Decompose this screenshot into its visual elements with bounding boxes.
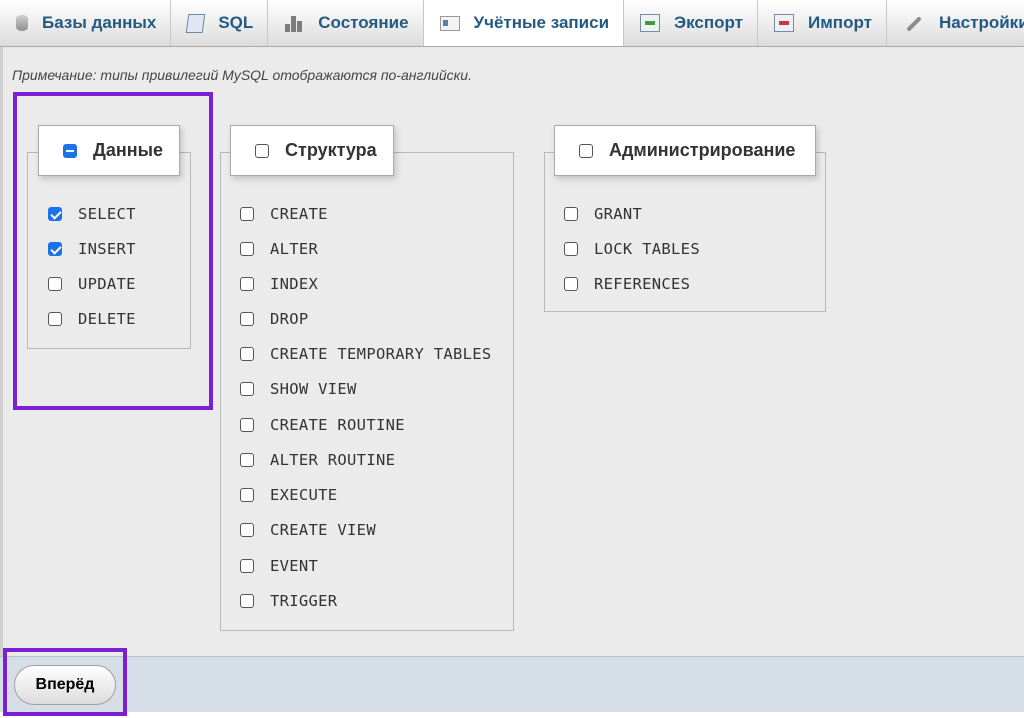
tab-import[interactable]: Импорт xyxy=(758,0,887,46)
tab-label: SQL xyxy=(218,13,254,32)
structure-group-checkbox[interactable] xyxy=(255,143,269,158)
privilege-references[interactable]: REFERENCES xyxy=(564,275,690,293)
tab-user-accounts[interactable]: Учётные записи xyxy=(423,0,625,46)
tab-sql[interactable]: SQL xyxy=(171,0,269,46)
privilege-alter-routine[interactable]: ALTER ROUTINE xyxy=(240,451,395,469)
index-checkbox[interactable] xyxy=(240,277,254,291)
privilege-label: EVENT xyxy=(270,557,319,575)
privilege-show-view[interactable]: SHOW VIEW xyxy=(240,380,357,398)
alter-checkbox[interactable] xyxy=(240,242,254,256)
bottom-strip xyxy=(0,712,1024,718)
tab-label: Импорт xyxy=(808,13,872,32)
sql-icon xyxy=(185,13,206,33)
structure-group-title: Структура xyxy=(285,140,377,160)
tab-status[interactable]: Состояние xyxy=(268,0,424,46)
show-view-checkbox[interactable] xyxy=(240,382,254,396)
import-icon xyxy=(774,14,795,32)
create-view-checkbox[interactable] xyxy=(240,523,254,537)
privilege-index[interactable]: INDEX xyxy=(240,275,318,293)
next-button-highlight xyxy=(3,648,127,716)
trigger-checkbox[interactable] xyxy=(240,594,254,608)
tab-databases[interactable]: Базы данных xyxy=(0,0,172,46)
tab-settings[interactable]: Настройки xyxy=(887,0,1024,46)
privilege-label: DROP xyxy=(270,310,309,328)
alter-routine-checkbox[interactable] xyxy=(240,453,254,467)
create-temporary-tables-checkbox[interactable] xyxy=(240,347,254,361)
privilege-label: CREATE VIEW xyxy=(270,521,376,539)
privilege-label: LOCK TABLES xyxy=(594,240,700,258)
data-group-highlight xyxy=(13,92,213,410)
references-checkbox[interactable] xyxy=(564,277,578,291)
wrench-icon xyxy=(903,13,925,33)
privilege-label: CREATE TEMPORARY TABLES xyxy=(270,345,492,363)
export-icon xyxy=(640,14,661,32)
grant-checkbox[interactable] xyxy=(564,207,578,221)
event-checkbox[interactable] xyxy=(240,559,254,573)
privilege-label: GRANT xyxy=(594,205,643,223)
create-checkbox[interactable] xyxy=(240,207,254,221)
tab-label: Настройки xyxy=(938,13,1024,32)
tab-label: Базы данных xyxy=(42,13,157,32)
privilege-create-temporary-tables[interactable]: CREATE TEMPORARY TABLES xyxy=(240,345,492,363)
privilege-create-routine[interactable]: CREATE ROUTINE xyxy=(240,416,405,434)
admin-group-title: Администрирование xyxy=(609,140,796,160)
structure-group-legend[interactable]: Структура xyxy=(230,125,394,176)
privilege-event[interactable]: EVENT xyxy=(240,557,318,575)
form-footer xyxy=(0,656,1024,713)
privilege-execute[interactable]: EXECUTE xyxy=(240,486,337,504)
page-left-edge xyxy=(0,47,3,656)
execute-checkbox[interactable] xyxy=(240,488,254,502)
privilege-label: ALTER xyxy=(270,240,319,258)
tab-label: Состояние xyxy=(318,13,409,32)
lock-tables-checkbox[interactable] xyxy=(564,242,578,256)
privilege-label: SHOW VIEW xyxy=(270,380,357,398)
status-icon xyxy=(284,13,304,33)
privilege-label: INDEX xyxy=(270,275,319,293)
admin-group-legend[interactable]: Администрирование xyxy=(554,125,816,176)
privilege-label: CREATE xyxy=(270,205,328,223)
drop-checkbox[interactable] xyxy=(240,312,254,326)
privilege-label: REFERENCES xyxy=(594,275,691,293)
tab-label: Экспорт xyxy=(674,13,744,32)
privilege-label: EXECUTE xyxy=(270,486,338,504)
privilege-grant[interactable]: GRANT xyxy=(564,205,642,223)
privilege-drop[interactable]: DROP xyxy=(240,310,309,328)
privilege-trigger[interactable]: TRIGGER xyxy=(240,592,337,610)
privilege-label: TRIGGER xyxy=(270,592,338,610)
tab-export[interactable]: Экспорт xyxy=(624,0,759,46)
user-accounts-icon xyxy=(439,15,460,31)
privilege-create-view[interactable]: CREATE VIEW xyxy=(240,521,376,539)
admin-group-checkbox[interactable] xyxy=(579,143,593,158)
privilege-lock-tables[interactable]: LOCK TABLES xyxy=(564,240,700,258)
create-routine-checkbox[interactable] xyxy=(240,418,254,432)
privilege-alter[interactable]: ALTER xyxy=(240,240,318,258)
tab-label: Учётные записи xyxy=(473,13,610,32)
privilege-create[interactable]: CREATE xyxy=(240,205,328,223)
privilege-label: ALTER ROUTINE xyxy=(270,451,396,469)
database-icon xyxy=(16,15,28,31)
top-tab-bar: Базы данных SQL Состояние Учётные записи… xyxy=(0,0,1024,47)
privilege-label: CREATE ROUTINE xyxy=(270,416,405,434)
privileges-note: Примечание: типы привилегий MySQL отобра… xyxy=(12,67,472,83)
